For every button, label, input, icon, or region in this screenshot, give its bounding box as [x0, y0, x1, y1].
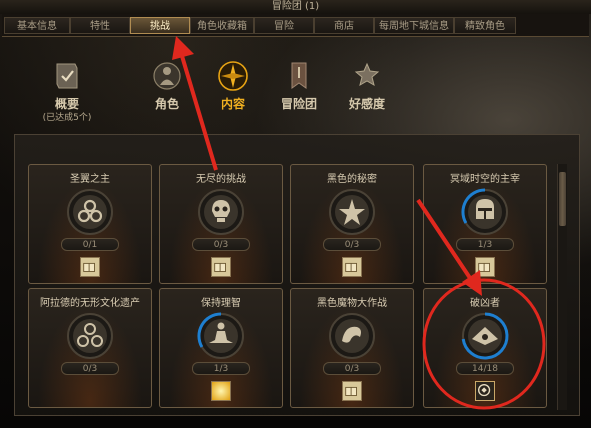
challenge-card[interactable]: 无尽的挑战 0/3: [159, 164, 283, 284]
compass-icon: [218, 61, 248, 91]
dragon-icon: [329, 313, 375, 359]
nav-character-label: 角色: [154, 97, 179, 111]
skull-icon: [198, 189, 244, 235]
reward-burst-icon[interactable]: [211, 381, 231, 401]
reward-box-icon[interactable]: [342, 381, 362, 401]
challenge-card[interactable]: 黑色的秘密 0/3: [290, 164, 414, 284]
challenge-card[interactable]: 破凶者 14/18: [423, 288, 547, 408]
star-emblem-icon: [329, 189, 375, 235]
tab-basic-info[interactable]: 基本信息: [4, 17, 70, 34]
card-title: 阿拉德的无形文化遗产: [40, 298, 140, 309]
progress-text: 0/1: [61, 238, 119, 251]
card-title: 冥域时空的主宰: [450, 174, 520, 185]
nav-adventure-team-label: 冒险团: [280, 97, 317, 111]
challenge-card[interactable]: 阿拉德的无形文化遗产 0/3: [28, 288, 152, 408]
challenge-card[interactable]: 冥域时空的主宰 1/3: [423, 164, 547, 284]
tab-character-collection[interactable]: 角色收藏箱: [190, 17, 254, 34]
scrollbar-thumb[interactable]: [559, 172, 566, 226]
nav-content[interactable]: 内容: [202, 60, 264, 111]
challenge-card[interactable]: 圣翼之主 0/1: [28, 164, 152, 284]
nav-affinity[interactable]: 好感度: [336, 60, 398, 111]
progress-text: 1/3: [456, 238, 514, 251]
tab-bar: 基本信息 特性 挑战 角色收藏箱 冒险 商店 每周地下城信息 精致角色: [2, 14, 589, 37]
nav-adventure-team[interactable]: 冒险团: [268, 60, 330, 111]
star-hand-icon: [354, 62, 380, 87]
character-icon: [153, 62, 181, 90]
window-title: 冒险团 (1): [0, 0, 591, 14]
challenge-card[interactable]: 保持理智 1/3: [159, 288, 283, 408]
spiral-icon: [67, 313, 113, 359]
nav-character[interactable]: 角色: [136, 60, 198, 111]
progress-text: 0/3: [61, 362, 119, 375]
card-title: 黑色魔物大作战: [317, 298, 387, 309]
tab-adventure[interactable]: 冒险: [254, 17, 314, 34]
card-title: 破凶者: [470, 298, 500, 309]
card-title: 保持理智: [201, 298, 241, 309]
reward-medal-icon[interactable]: [475, 381, 495, 401]
scrollbar[interactable]: [557, 164, 567, 410]
progress-text: 1/3: [192, 362, 250, 375]
progress-text: 14/18: [456, 362, 514, 375]
progress-text: 0/3: [323, 362, 381, 375]
card-title: 无尽的挑战: [196, 174, 246, 185]
scroll-check-icon: [56, 63, 78, 89]
tab-challenge[interactable]: 挑战: [130, 17, 190, 34]
nav-overview[interactable]: 概要 (已达成5个): [36, 60, 98, 123]
card-title: 黑色的秘密: [327, 174, 377, 185]
reward-box-icon[interactable]: [475, 257, 495, 277]
nav-affinity-label: 好感度: [348, 97, 385, 111]
tab-refined-character[interactable]: 精致角色: [454, 17, 516, 34]
meditation-icon: [197, 312, 244, 359]
helmet-icon: [461, 188, 508, 235]
reward-box-icon[interactable]: [211, 257, 231, 277]
nav-overview-achieved: (已达成5个): [42, 113, 92, 123]
progress-text: 0/3: [192, 238, 250, 251]
nav-content-label: 内容: [220, 97, 245, 111]
reward-box-icon[interactable]: [80, 257, 100, 277]
eye-emblem-icon: [461, 312, 509, 360]
challenge-card[interactable]: 黑色魔物大作战 0/3: [290, 288, 414, 408]
card-title: 圣翼之主: [70, 174, 110, 185]
tab-weekly-dungeon[interactable]: 每周地下城信息: [374, 17, 454, 34]
reward-box-icon[interactable]: [342, 257, 362, 277]
triquetra-icon: [67, 189, 113, 235]
banner-icon: [291, 62, 307, 89]
tab-traits[interactable]: 特性: [70, 17, 130, 34]
tab-shop[interactable]: 商店: [314, 17, 374, 34]
progress-text: 0/3: [323, 238, 381, 251]
